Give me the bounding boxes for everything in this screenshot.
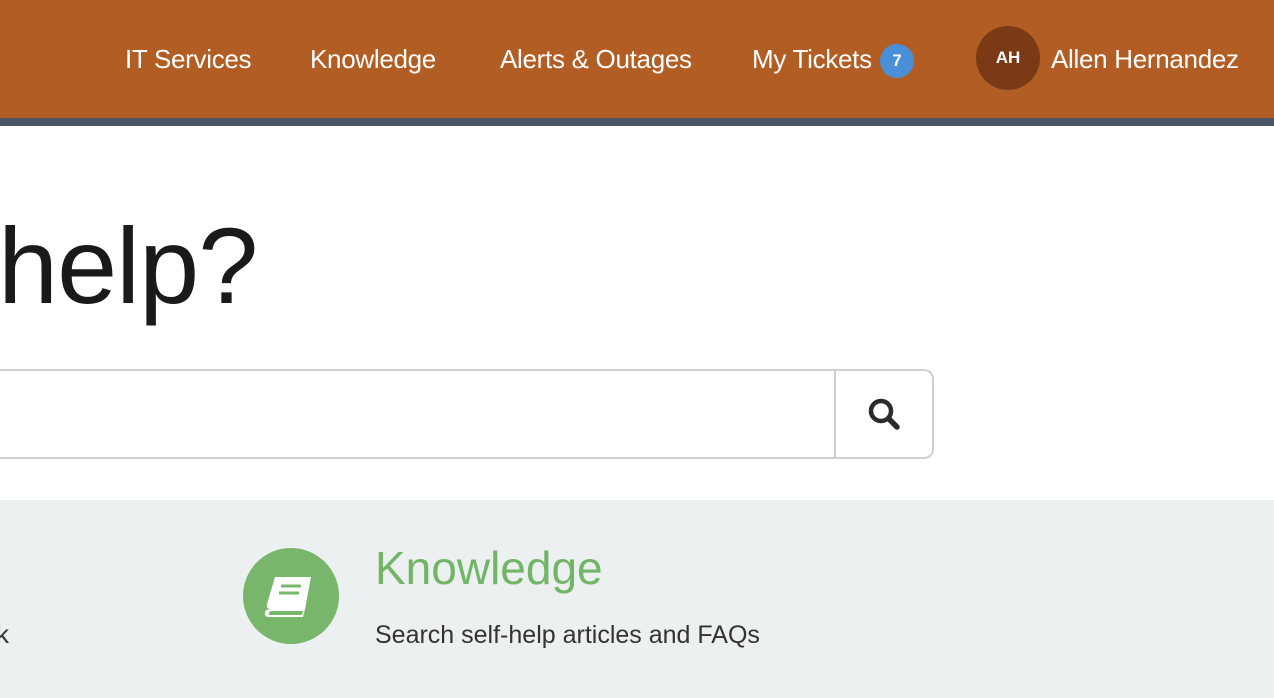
nav-alerts-outages[interactable]: Alerts & Outages <box>500 42 692 76</box>
page-title: help? <box>0 205 258 326</box>
knowledge-card-description: Search self-help articles and FAQs <box>375 621 760 649</box>
card-description-fragment: k <box>0 619 9 649</box>
nav-it-services[interactable]: IT Services <box>125 42 252 76</box>
book-icon <box>264 577 311 617</box>
search-input[interactable] <box>0 369 836 459</box>
user-name-menu[interactable]: Allen Hernandez <box>1051 42 1239 76</box>
quick-links-panel <box>0 500 1274 698</box>
nav-my-tickets[interactable]: My Tickets <box>752 42 872 76</box>
search-button[interactable] <box>834 369 934 459</box>
top-navigation-bar: IT Services Knowledge Alerts & Outages M… <box>0 0 1274 118</box>
header-divider-stripe <box>0 118 1274 126</box>
tickets-count-badge[interactable]: 7 <box>880 44 914 78</box>
search-icon <box>868 398 900 430</box>
knowledge-card-title[interactable]: Knowledge <box>375 540 603 596</box>
knowledge-card-icon[interactable] <box>243 548 339 644</box>
user-avatar[interactable]: AH <box>976 26 1040 90</box>
nav-knowledge[interactable]: Knowledge <box>310 42 436 76</box>
